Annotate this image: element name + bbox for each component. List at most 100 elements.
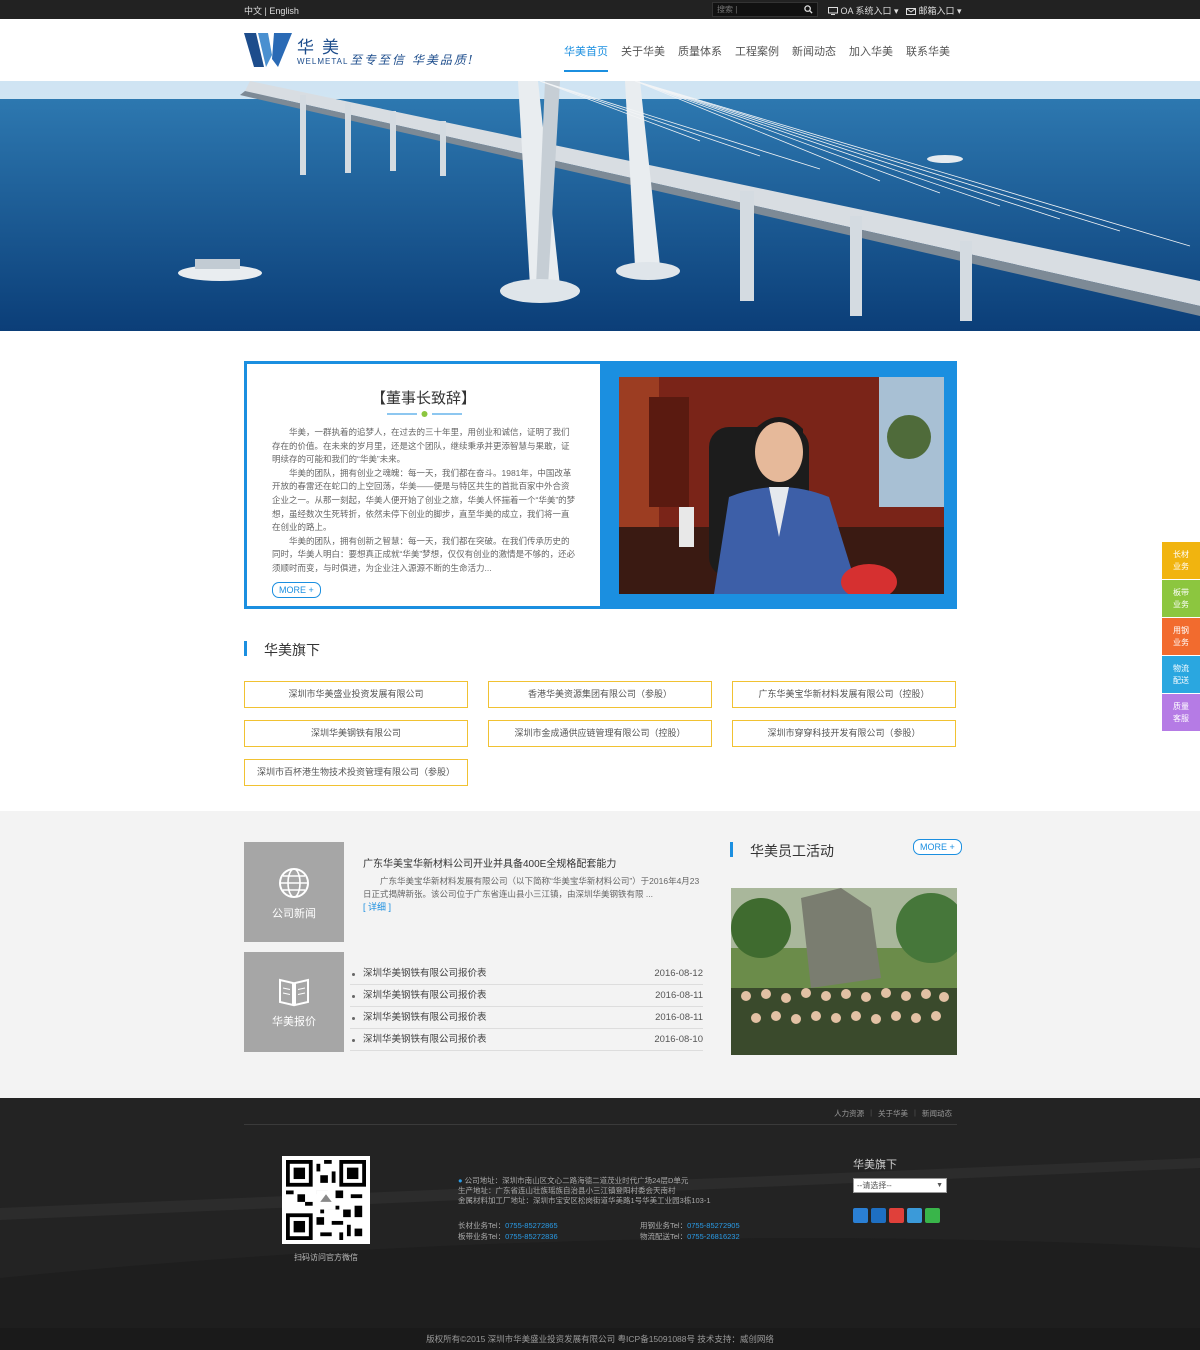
side-label: 业务 [1173, 600, 1189, 609]
subsidiary-select[interactable]: --请选择-- ▼ [853, 1178, 947, 1193]
nav-about[interactable]: 关于华美 [621, 43, 665, 72]
side-quality-service[interactable]: 质量 客服 [1162, 694, 1200, 731]
side-label: 长材 [1173, 550, 1189, 559]
brand-chinese-name: 华美 [297, 38, 347, 58]
side-label: 板带 [1173, 588, 1189, 597]
phone-logistics-value[interactable]: 0755-26816232 [687, 1232, 740, 1241]
share-plus-icon[interactable] [853, 1208, 868, 1223]
news-detail-link[interactable]: [ 详细 ] [363, 900, 391, 913]
subsidiary-link[interactable]: 深圳华美钢铁有限公司 [244, 720, 468, 747]
share-buttons [853, 1208, 940, 1223]
share-wechat-icon[interactable] [925, 1208, 940, 1223]
share-weibo-icon[interactable] [889, 1208, 904, 1223]
side-steel-use[interactable]: 用钢 业务 [1162, 618, 1200, 655]
footer-link-about[interactable]: 关于华美 [878, 1108, 908, 1119]
copyright-text: 版权所有©2015 深圳市华美盛业投资发展有限公司 粤ICP备15091088号… [426, 1334, 774, 1344]
chairman-more-button[interactable]: MORE + [272, 582, 321, 598]
nav-cases[interactable]: 工程案例 [735, 43, 779, 72]
footer-divider [244, 1124, 957, 1125]
oa-label: OA 系统入口 [840, 6, 892, 16]
chevron-down-icon: ▾ [894, 6, 899, 16]
news-headline[interactable]: 广东华美宝华新材料公司开业并具备400E全规格配套能力 [363, 855, 616, 870]
subsidiary-link[interactable]: 香港华美资源集团有限公司（参股） [488, 681, 712, 708]
footer-background [0, 1158, 1200, 1328]
side-float-menu: 长材 业务 板带 业务 用钢 业务 物流 配送 质量 客服 [1162, 542, 1200, 732]
phone-logistics-label: 物流配送Tel： [640, 1232, 688, 1241]
chairman-photo-frame [600, 364, 957, 606]
address-block: ● 公司地址：深圳市南山区文心二路海德二道茂业时代广场24层D单元 生产地址：广… [458, 1176, 711, 1206]
nav-join[interactable]: 加入华美 [849, 43, 893, 72]
subsidiaries-title: 华美旗下 [244, 640, 320, 660]
phone-plate-value[interactable]: 0755-85272836 [505, 1232, 558, 1241]
chairman-speech-section: 【董事长致辞】 华美，一群执着的追梦人，在过去的三十年里，用创业和诚信，证明了我… [244, 361, 957, 609]
mail-label: 邮箱入口 [918, 6, 955, 16]
side-label: 客服 [1173, 714, 1189, 723]
activity-photo[interactable] [731, 888, 957, 1055]
phone-steel-label: 用钢业务Tel： [640, 1221, 688, 1230]
bridge-image [0, 81, 1200, 331]
oa-entry[interactable]: OA 系统入口 ▾ [828, 4, 899, 17]
mail-entry[interactable]: 邮箱入口 ▾ [906, 4, 962, 17]
mail-icon [906, 8, 916, 15]
slogan: 至专至信 华美品质! [350, 53, 475, 67]
subsidiary-link[interactable]: 深圳市百杯港生物技术投资管理有限公司（参股） [244, 759, 468, 786]
activity-more-button[interactable]: MORE + [913, 839, 962, 855]
lang-chinese-link[interactable]: 中文 [244, 6, 262, 16]
price-row-date: 2016-08-10 [654, 1034, 703, 1045]
monitor-icon [828, 7, 838, 15]
share-tencent-icon[interactable] [907, 1208, 922, 1223]
company-news-tile[interactable]: 公司新闻 [244, 842, 344, 942]
price-row-title: 深圳华美钢铁有限公司报价表 [363, 968, 487, 979]
price-row-title: 深圳华美钢铁有限公司报价表 [363, 1012, 487, 1023]
subsidiary-link[interactable]: 深圳市金成通供应链管理有限公司（控股） [488, 720, 712, 747]
side-plate-products[interactable]: 板带 业务 [1162, 580, 1200, 617]
lang-separator: | [264, 6, 267, 16]
lang-english-link[interactable]: English [269, 6, 299, 16]
price-row-date: 2016-08-11 [655, 990, 703, 1001]
chairman-photo [619, 377, 944, 594]
footer-link-hr[interactable]: 人力资源 [834, 1108, 864, 1119]
side-label: 用钢 [1173, 626, 1189, 635]
activity-title: 华美员工活动 [730, 841, 834, 861]
side-label: 配送 [1173, 676, 1189, 685]
nav-home[interactable]: 华美首页 [564, 43, 608, 72]
language-switch: 中文 | English [244, 4, 299, 17]
nav-news[interactable]: 新闻动态 [792, 43, 836, 72]
news-summary: 广东华美宝华新材料发展有限公司（以下简称“华美宝华新材料公司”）于2016年4月… [363, 876, 700, 899]
company-logo[interactable] [244, 33, 292, 67]
price-tile[interactable]: 华美报价 [244, 952, 344, 1052]
price-row[interactable]: 深圳华美钢铁有限公司报价表 2016-08-11 [350, 985, 703, 1007]
price-row[interactable]: 深圳华美钢铁有限公司报价表 2016-08-12 [350, 963, 703, 985]
subsidiary-link[interactable]: 深圳市华美盛业投资发展有限公司 [244, 681, 468, 708]
side-logistics[interactable]: 物流 配送 [1162, 656, 1200, 693]
subsidiary-link[interactable]: 深圳市穿穿科技开发有限公司（参股） [732, 720, 956, 747]
phone-plate-label: 板带业务Tel： [458, 1232, 506, 1241]
top-bar: 中文 | English OA 系统入口 ▾ 邮箱入口 ▾ [0, 0, 1200, 19]
search-input[interactable] [713, 3, 797, 16]
side-label: 物流 [1173, 664, 1189, 673]
address-factory: 金属材料加工厂地址：深圳市宝安区松岗街道华美路1号华美工业园3栋103-1 [458, 1196, 711, 1205]
subsidiary-link[interactable]: 广东华美宝华新材料发展有限公司（控股） [732, 681, 956, 708]
copyright-bar: 版权所有©2015 深圳市华美盛业投资发展有限公司 粤ICP备15091088号… [0, 1328, 1200, 1350]
price-row[interactable]: 深圳华美钢铁有限公司报价表 2016-08-10 [350, 1029, 703, 1051]
chairman-title: 【董事长致辞】 [370, 390, 476, 407]
chairman-paragraph: 华美的团队，拥有创新之智慧：每一天，我们都在突破。在我们传承历史的同时，华美人明… [272, 535, 576, 573]
location-pin-icon: ● [458, 1176, 463, 1185]
nav-quality[interactable]: 质量体系 [678, 43, 722, 72]
chevron-down-icon: ▾ [957, 6, 962, 16]
chairman-paragraph: 华美的团队，拥有创业之魂魄：每一天，我们都在奋斗。1981年，中国改革开放的春雷… [272, 467, 576, 533]
chevron-down-icon: ▼ [936, 1182, 943, 1189]
nav-contact[interactable]: 联系华美 [906, 43, 950, 72]
phone-long-value[interactable]: 0755-85272865 [505, 1221, 558, 1230]
footer-link-news[interactable]: 新闻动态 [922, 1108, 952, 1119]
price-row[interactable]: 深圳华美钢铁有限公司报价表 2016-08-11 [350, 1007, 703, 1029]
chairman-text: 华美，一群执着的追梦人，在过去的三十年里，用创业和诚信，证明了我们存在的价值。在… [272, 426, 577, 576]
phone-steel-value[interactable]: 0755-85272905 [687, 1221, 740, 1230]
hero-banner [0, 81, 1200, 331]
side-label: 业务 [1173, 562, 1189, 571]
search-icon[interactable] [804, 5, 813, 14]
globe-icon [279, 868, 309, 898]
company-news-label: 公司新闻 [272, 908, 316, 920]
side-long-products[interactable]: 长材 业务 [1162, 542, 1200, 579]
share-qzone-icon[interactable] [871, 1208, 886, 1223]
